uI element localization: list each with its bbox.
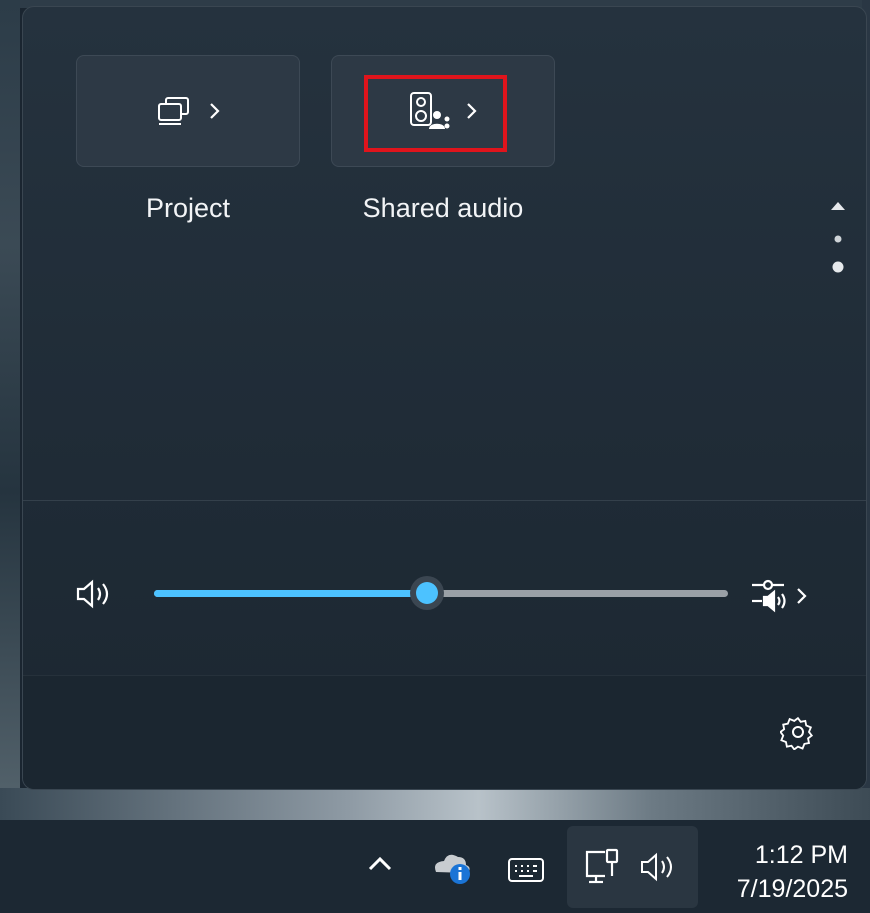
project-button[interactable] xyxy=(76,55,300,167)
divider xyxy=(23,500,866,501)
page-dot-icon xyxy=(834,235,842,243)
project-icon xyxy=(154,95,194,127)
chevron-right-icon xyxy=(208,100,222,122)
volume-slider[interactable] xyxy=(154,576,728,610)
keyboard-icon[interactable] xyxy=(507,856,545,888)
quick-settings-panel: Project Shared audio xyxy=(22,6,867,790)
settings-gear-icon[interactable] xyxy=(779,714,816,754)
wallpaper-left xyxy=(0,0,20,820)
sound-mixer-button[interactable] xyxy=(748,575,818,623)
onedrive-icon[interactable] xyxy=(430,846,474,890)
chevron-up-icon[interactable] xyxy=(366,854,394,878)
clock[interactable]: 1:12 PM 7/19/2025 xyxy=(737,838,848,906)
network-icon xyxy=(583,848,625,892)
clock-date: 7/19/2025 xyxy=(736,875,848,903)
volume-slider-thumb[interactable] xyxy=(409,576,444,610)
taskbar: 1:12 PM 7/19/2025 xyxy=(0,820,870,913)
highlight-box xyxy=(364,75,507,152)
speaker-icon[interactable] xyxy=(75,579,115,613)
page-dot-active-icon xyxy=(832,261,844,273)
project-label: Project xyxy=(145,193,231,223)
page-up-icon xyxy=(831,202,845,210)
volume-slider-fill xyxy=(154,590,427,597)
page-indicator[interactable] xyxy=(818,192,858,282)
wallpaper-bottom xyxy=(0,788,870,820)
panel-footer xyxy=(23,675,866,789)
volume-icon xyxy=(639,852,679,886)
shared-audio-label: Shared audio xyxy=(362,193,524,223)
clock-time: 1:12 PM xyxy=(754,841,848,869)
network-volume-tray-button[interactable] xyxy=(567,826,698,908)
